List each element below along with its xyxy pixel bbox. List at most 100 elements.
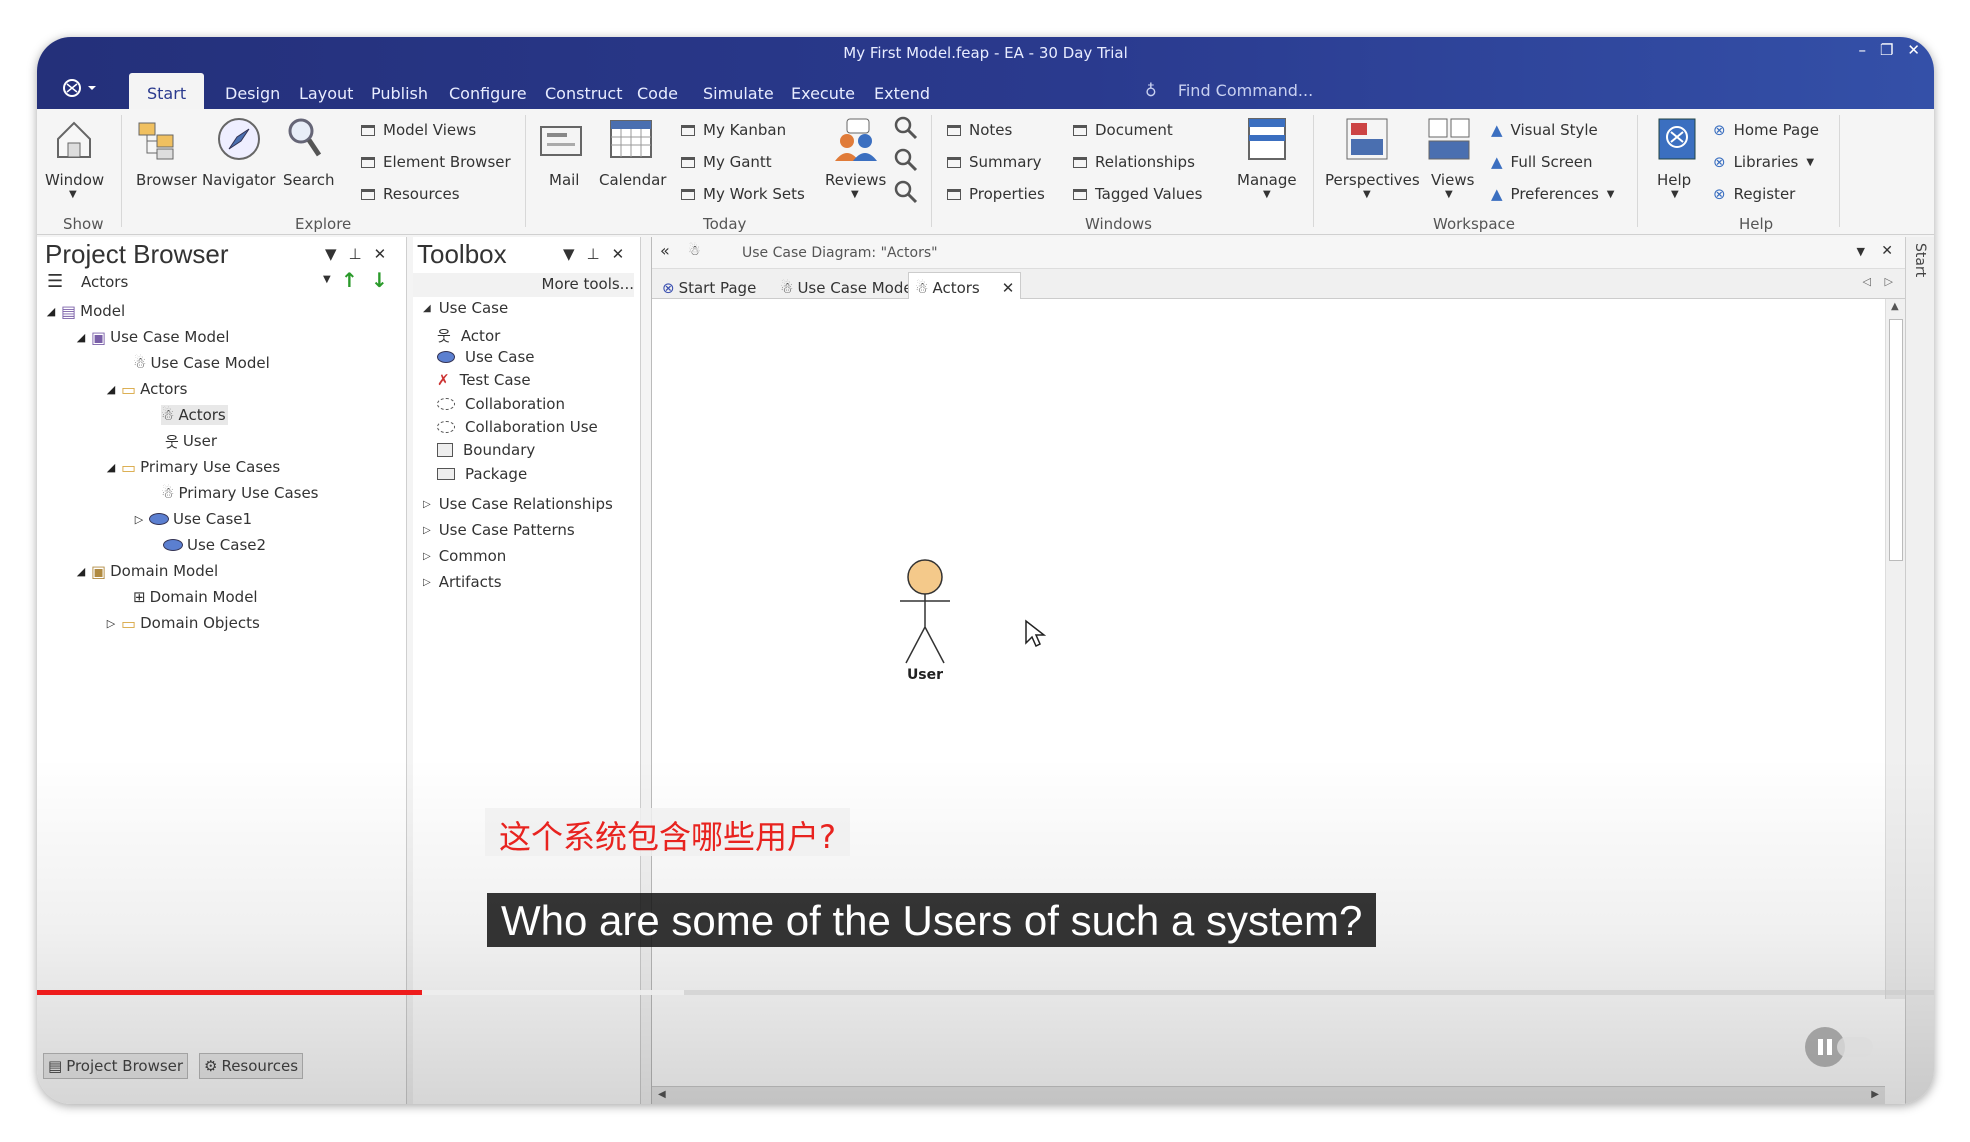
mail-button[interactable] <box>539 121 583 161</box>
find-command-box[interactable]: ♁ Find Command... <box>1145 81 1313 100</box>
tab-scroll-right-icon[interactable]: ▷ <box>1885 275 1893 288</box>
notes-item[interactable]: Notes <box>947 121 1012 139</box>
tool-use-case[interactable]: Use Case <box>437 348 535 366</box>
pin-icon[interactable]: ⊥ <box>349 245 362 263</box>
chevron-down-icon[interactable]: ▼ <box>325 245 337 263</box>
manage-button[interactable] <box>1247 117 1287 161</box>
menu-icon[interactable]: ☰ <box>47 271 63 292</box>
tree-item-domain-objects[interactable]: ▷ ▭ Domain Objects <box>105 613 260 633</box>
chevron-down-icon[interactable]: ▼ <box>323 274 331 285</box>
window-dropdown-icon[interactable]: ▼ <box>69 189 77 200</box>
move-down-icon[interactable]: ↓ <box>371 268 388 292</box>
toolbox-section-use-case[interactable]: ◢ Use Case <box>423 299 508 317</box>
app-menu-button[interactable] <box>61 77 101 101</box>
summary-item[interactable]: Summary <box>947 153 1042 171</box>
bottom-tab-resources[interactable]: ⚙ Resources <box>199 1053 304 1079</box>
expanded-triangle-icon[interactable]: ◢ <box>105 461 117 474</box>
tree-item-model[interactable]: ◢ ▤ Model <box>45 301 125 321</box>
tree-item-primary-use-cases-package[interactable]: ◢ ▭ Primary Use Cases <box>105 457 280 477</box>
scrollbar-thumb[interactable] <box>1889 319 1903 561</box>
toolbox-category-common[interactable]: ▷ Common <box>423 547 506 565</box>
vertical-scrollbar[interactable]: ▲ <box>1885 299 1905 999</box>
model-views-item[interactable]: Model Views <box>361 121 476 139</box>
close-icon[interactable]: ✕ <box>1881 243 1893 259</box>
search-small-button-2[interactable] <box>893 147 919 177</box>
close-icon[interactable]: ✕ <box>374 245 387 263</box>
tree-item-use-case1[interactable]: ▷ Use Case1 <box>133 509 252 529</box>
tab-start-page[interactable]: ⊗ Start Page <box>656 272 762 299</box>
restore-icon[interactable]: ❐ <box>1880 41 1893 59</box>
help-button[interactable] <box>1657 117 1697 161</box>
views-dropdown-icon[interactable]: ▼ <box>1445 189 1453 200</box>
document-item[interactable]: Document <box>1073 121 1173 139</box>
expanded-triangle-icon[interactable]: ◢ <box>45 305 57 318</box>
properties-item[interactable]: Properties <box>947 185 1045 203</box>
home-page-item[interactable]: ⊗ Home Page <box>1713 121 1819 139</box>
tree-item-primary-use-cases-diagram[interactable]: ☃ Primary Use Cases <box>161 483 319 503</box>
manage-dropdown-icon[interactable]: ▼ <box>1263 189 1271 200</box>
scroll-left-icon[interactable]: ◀ <box>658 1089 666 1100</box>
collapsed-triangle-icon[interactable]: ▷ <box>133 513 145 526</box>
expanded-triangle-icon[interactable]: ◢ <box>75 565 87 578</box>
package-selector[interactable]: Actors <box>81 273 128 291</box>
tab-start[interactable]: Start <box>129 73 205 109</box>
perspectives-dropdown-icon[interactable]: ▼ <box>1363 189 1371 200</box>
calendar-button[interactable] <box>609 117 653 161</box>
tree-item-domain-model-diagram[interactable]: ⊞ Domain Model <box>133 587 258 607</box>
libraries-item[interactable]: ⊗ Libraries ▼ <box>1713 153 1814 171</box>
scroll-right-icon[interactable]: ▶ <box>1871 1089 1879 1100</box>
element-browser-item[interactable]: Element Browser <box>361 153 511 171</box>
tree-item-user[interactable]: 웃 User <box>165 431 217 451</box>
close-icon[interactable]: ✕ <box>1002 279 1015 297</box>
close-icon[interactable]: ✕ <box>1907 41 1920 59</box>
browser-button[interactable] <box>135 119 179 163</box>
right-dock-start-tab[interactable]: Start <box>1912 243 1928 277</box>
toolbox-category-relationships[interactable]: ▷ Use Case Relationships <box>423 495 613 513</box>
tool-collaboration-use[interactable]: Collaboration Use <box>437 418 598 436</box>
chevron-down-icon[interactable]: ▼ <box>563 245 575 263</box>
window-button[interactable] <box>43 117 105 161</box>
tree-item-actors-package[interactable]: ◢ ▭ Actors <box>105 379 188 399</box>
tool-package[interactable]: Package <box>437 465 527 483</box>
reviews-button[interactable] <box>833 117 881 165</box>
tree-item-use-case-model[interactable]: ◢ ▣ Use Case Model <box>75 327 230 347</box>
pin-icon[interactable]: ⊥ <box>587 245 600 263</box>
register-item[interactable]: ⊗ Register <box>1713 185 1795 203</box>
preferences-item[interactable]: ▲ Preferences ▼ <box>1491 185 1614 203</box>
tool-test-case[interactable]: ✗ Test Case <box>437 371 531 389</box>
tab-actors[interactable]: ☃ Actors ✕ <box>908 272 1022 299</box>
navigator-button[interactable] <box>215 115 263 163</box>
views-button[interactable] <box>1427 117 1471 161</box>
expanded-triangle-icon[interactable]: ◢ <box>75 331 87 344</box>
expanded-triangle-icon[interactable]: ◢ <box>105 383 117 396</box>
resources-item[interactable]: Resources <box>361 185 460 203</box>
my-kanban-item[interactable]: My Kanban <box>681 121 786 139</box>
reviews-dropdown-icon[interactable]: ▼ <box>851 189 859 200</box>
tab-use-case-model[interactable]: ☃ Use Case Model <box>774 272 923 299</box>
tool-boundary[interactable]: Boundary <box>437 441 535 459</box>
my-gantt-item[interactable]: My Gantt <box>681 153 772 171</box>
tab-scroll-left-icon[interactable]: ◁ <box>1863 275 1871 288</box>
move-up-icon[interactable]: ↑ <box>341 268 358 292</box>
autoplay-toggle[interactable] <box>1837 1037 1873 1057</box>
tool-actor[interactable]: 웃 Actor <box>437 325 500 346</box>
bottom-tab-project-browser[interactable]: ▤ Project Browser <box>43 1053 189 1079</box>
relationships-item[interactable]: Relationships <box>1073 153 1195 171</box>
my-work-sets-item[interactable]: My Work Sets <box>681 185 805 203</box>
search-small-button-3[interactable] <box>893 179 919 209</box>
chevron-down-icon[interactable]: ▼ <box>1857 245 1865 258</box>
video-progress-bar[interactable] <box>37 990 1934 995</box>
search-button[interactable] <box>285 115 325 163</box>
tool-collaboration[interactable]: Collaboration <box>437 395 565 413</box>
toolbox-category-patterns[interactable]: ▷ Use Case Patterns <box>423 521 575 539</box>
actor-user[interactable] <box>890 557 960 677</box>
search-small-button-1[interactable] <box>893 115 919 145</box>
visual-style-item[interactable]: ▲ Visual Style <box>1491 121 1598 139</box>
collapse-panel-icon[interactable]: « <box>660 241 670 260</box>
close-icon[interactable]: ✕ <box>612 245 625 263</box>
scroll-up-icon[interactable]: ▲ <box>1891 301 1899 312</box>
perspectives-button[interactable] <box>1345 117 1389 161</box>
tree-item-actors-diagram[interactable]: ☃ Actors <box>161 405 228 425</box>
horizontal-scrollbar[interactable]: ◀ ▶ <box>652 1086 1885 1104</box>
tab-extend[interactable]: Extend <box>856 77 948 109</box>
